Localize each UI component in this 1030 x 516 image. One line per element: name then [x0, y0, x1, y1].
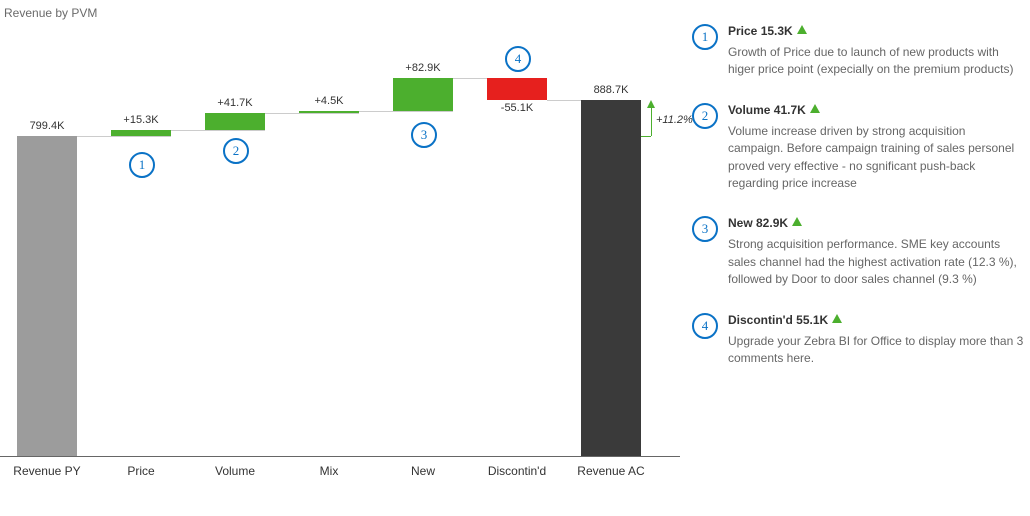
category-label: New: [376, 464, 470, 478]
x-axis: [0, 456, 680, 457]
comment-number: 1: [692, 24, 718, 50]
bar: [17, 136, 77, 456]
comment-4: 4 Discontin'd 55.1K Upgrade your Zebra B…: [692, 313, 1024, 368]
bar: [111, 130, 171, 136]
up-arrow-icon: [792, 217, 802, 226]
comment-head: Price 15.3K: [728, 24, 793, 38]
comment-1: 1 Price 15.3K Growth of Price due to lau…: [692, 24, 1024, 79]
value-label: +41.7K: [188, 97, 282, 109]
bar: [205, 113, 265, 130]
category-label: Discontin'd: [470, 464, 564, 478]
value-label: +82.9K: [376, 62, 470, 74]
comment-body: Volume increase driven by strong acquisi…: [728, 123, 1024, 193]
comment-head: Discontin'd 55.1K: [728, 313, 828, 327]
category-label: Revenue AC: [564, 464, 658, 478]
value-label: -55.1K: [470, 102, 564, 114]
up-arrow-icon: [797, 25, 807, 34]
bar: [487, 78, 547, 100]
comment-number: 4: [692, 313, 718, 339]
comment-body: Upgrade your Zebra BI for Office to disp…: [728, 333, 1024, 368]
callout-2: 2: [223, 138, 249, 164]
comment-3: 3 New 82.9K Strong acquisition performan…: [692, 216, 1024, 288]
value-label: +15.3K: [94, 114, 188, 126]
comment-number: 3: [692, 216, 718, 242]
pct-tick: [641, 136, 651, 137]
connector: [171, 130, 265, 131]
category-label: Volume: [188, 464, 282, 478]
value-label: +4.5K: [282, 95, 376, 107]
connector: [265, 113, 359, 114]
chart-title: Revenue by PVM: [4, 6, 97, 20]
up-arrow-icon: [832, 314, 842, 323]
connector: [359, 111, 453, 112]
plot-area: 799.4K +15.3K +41.7K +4.5K +82.9K -55.1K: [0, 36, 680, 466]
pct-arrow-up-icon: [647, 100, 655, 108]
comment-head: New 82.9K: [728, 216, 788, 230]
waterfall-chart: 799.4K +15.3K +41.7K +4.5K +82.9K -55.1K: [0, 36, 680, 516]
comments-panel: 1 Price 15.3K Growth of Price due to lau…: [692, 24, 1024, 391]
comment-number: 2: [692, 103, 718, 129]
connector: [77, 136, 171, 137]
bar: [581, 100, 641, 456]
comment-head: Volume 41.7K: [728, 103, 806, 117]
category-label: Price: [94, 464, 188, 478]
pct-line: [651, 108, 652, 136]
callout-3: 3: [411, 122, 437, 148]
value-label: 888.7K: [564, 84, 658, 96]
comment-body: Growth of Price due to launch of new pro…: [728, 44, 1024, 79]
up-arrow-icon: [810, 104, 820, 113]
category-label: Revenue PY: [0, 464, 94, 478]
comment-2: 2 Volume 41.7K Volume increase driven by…: [692, 103, 1024, 193]
comment-body: Strong acquisition performance. SME key …: [728, 236, 1024, 288]
callout-4: 4: [505, 46, 531, 72]
callout-1: 1: [129, 152, 155, 178]
category-label: Mix: [282, 464, 376, 478]
pct-change-label: +11.2%: [656, 114, 693, 126]
value-label: 799.4K: [0, 120, 94, 132]
bar: [393, 78, 453, 111]
bar: [299, 111, 359, 113]
